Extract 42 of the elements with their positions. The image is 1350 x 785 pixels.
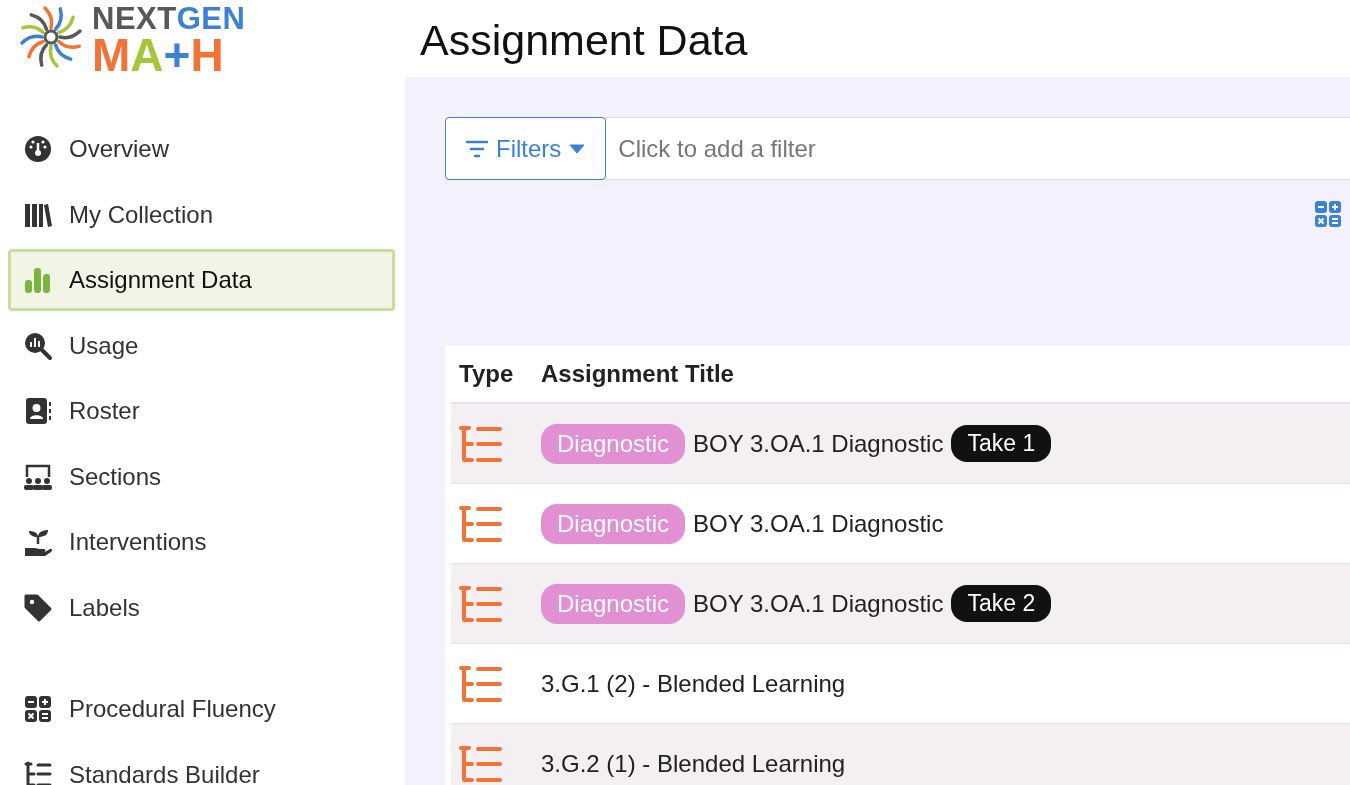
tree-list-icon	[23, 759, 53, 785]
take-tag: Take 1	[951, 425, 1052, 462]
type-tag: Diagnostic	[541, 423, 686, 464]
calculator-icon[interactable]	[1314, 200, 1342, 228]
hand-sprout-icon	[23, 527, 53, 557]
logo-burst-icon	[18, 4, 84, 70]
sidebar-item[interactable]: Usage	[8, 314, 395, 377]
contact-card-icon	[23, 396, 53, 426]
sidebar-item[interactable]: My Collection	[8, 183, 395, 246]
sidebar-item[interactable]: Procedural Fluency	[8, 678, 395, 740]
filter-icon	[466, 138, 488, 159]
assignment-title[interactable]: BOY 3.OA.1 Diagnostic	[693, 425, 944, 462]
sidebar-item[interactable]: Interventions	[8, 511, 395, 573]
tag-icon	[23, 592, 53, 623]
logo-wordmark: MA+H	[92, 34, 225, 76]
sidebar-item[interactable]: Labels	[8, 576, 395, 639]
sidebar-item[interactable]: Sections	[8, 445, 395, 508]
magnifier-icon	[23, 330, 53, 361]
bar-chart-icon	[23, 265, 53, 295]
sidebar-item[interactable]: Roster	[8, 380, 395, 442]
column-header[interactable]: Type	[451, 356, 541, 392]
tree-list-icon	[457, 584, 503, 623]
sidebar-item[interactable]: Standards Builder	[8, 743, 395, 785]
tree-list-icon	[457, 504, 503, 543]
filter-input[interactable]: Click to add a filter	[606, 117, 1350, 180]
assignment-title[interactable]: BOY 3.OA.1 Diagnostic	[693, 505, 944, 542]
assignment-title[interactable]: 3.G.1 (2) - Blended Learning	[541, 665, 846, 702]
sidebar-item[interactable]: Overview	[8, 118, 395, 180]
type-tag: Diagnostic	[541, 583, 686, 624]
take-tag: Take 2	[951, 585, 1052, 622]
calculator-icon	[23, 694, 53, 724]
tree-list-icon	[457, 664, 503, 703]
gauge-icon	[23, 134, 53, 164]
tree-list-icon	[457, 424, 503, 463]
sidebar-item[interactable]: Assignment Data	[8, 249, 395, 311]
caret-icon	[569, 143, 586, 154]
filters-button[interactable]: Filters	[445, 117, 607, 180]
column-header[interactable]: Assignment Title	[541, 356, 734, 392]
assignment-title[interactable]: BOY 3.OA.1 Diagnostic	[693, 585, 944, 622]
type-tag: Diagnostic	[541, 503, 686, 544]
logo-wordmark: NEXTGEN	[92, 4, 246, 34]
tree-list-icon	[457, 744, 503, 783]
